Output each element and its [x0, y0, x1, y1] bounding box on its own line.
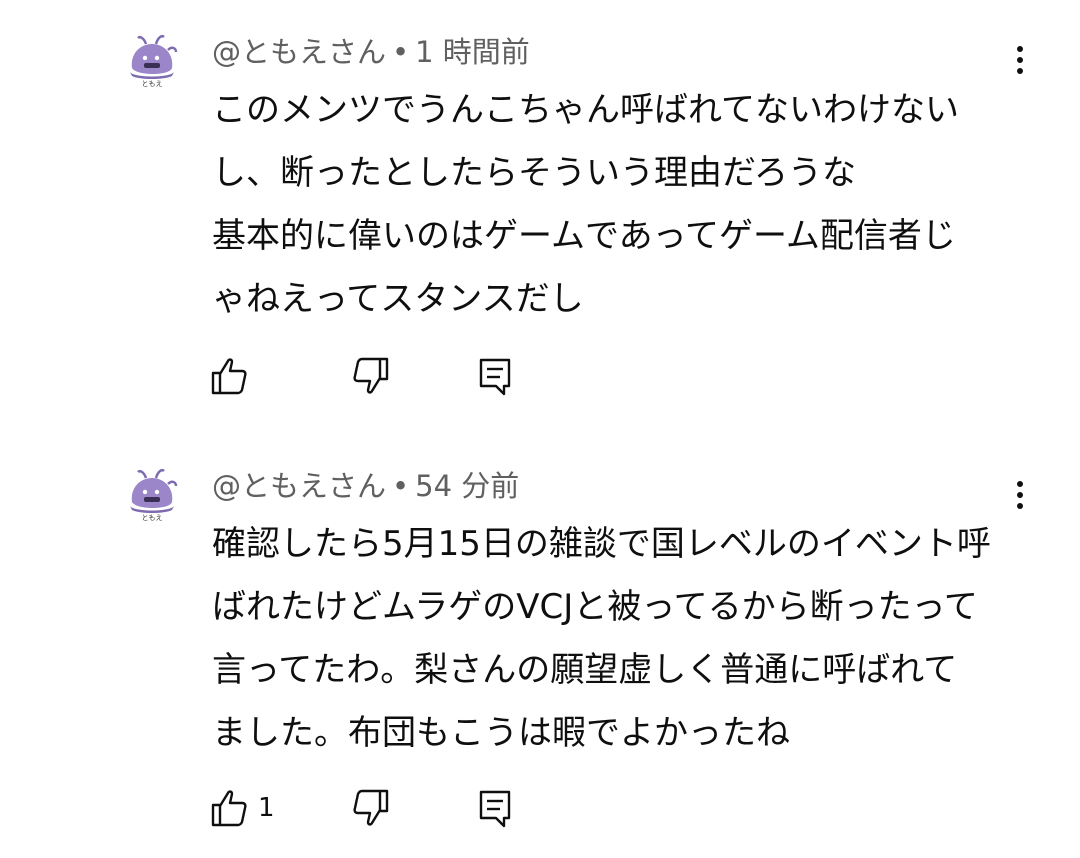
like-count: 1: [258, 793, 275, 823]
comment-time[interactable]: 54 分前: [415, 469, 519, 503]
comment-text: このメンツでうんこちゃん呼ばれてないわけない し、断ったとしたらそういう理由だろ…: [212, 79, 1012, 331]
thumb-down-icon: [353, 357, 389, 394]
like-button[interactable]: 1: [210, 786, 275, 830]
comment-text-line: このメンツでうんこちゃん呼ばれてないわけない: [212, 90, 959, 130]
comment-text-line: 基本的に偉いのはゲームであってゲーム配信者じ: [212, 216, 956, 256]
avatar-caption: ともえ: [142, 514, 163, 522]
thumb-up-icon: [211, 358, 247, 395]
author-name[interactable]: @ともえさん: [212, 35, 386, 69]
dislike-button[interactable]: [352, 786, 390, 830]
comment-meta: @ともえさん • 54 分前: [212, 466, 519, 506]
avatar[interactable]: ともえ: [124, 32, 180, 88]
comment-text-line: し、断ったとしたらそういう理由だろうな: [212, 153, 856, 193]
more-button[interactable]: [1004, 40, 1036, 80]
avatar-caption: ともえ: [142, 80, 163, 88]
author-name[interactable]: @ともえさん: [212, 469, 386, 503]
comment-thread-item: ともえ @ともえさん • 1 時間前 このメンツでうんこちゃん呼ばれてないわけない …: [0, 0, 1080, 430]
dislike-button[interactable]: [352, 354, 390, 398]
comment-thread-item: ともえ @ともえさん • 54 分前 確認したら5月15日の雑談で国レベルのイベント…: [0, 430, 1080, 858]
comment-actions: 1: [210, 786, 530, 830]
comment-meta: @ともえさん • 1 時間前: [212, 32, 530, 72]
comment-text-line: ばれたけどムラゲのVCJと被ってるから断ったって: [212, 587, 978, 627]
comment-text-line: 確認したら5月15日の雑談で国レベルのイベント呼: [212, 524, 991, 564]
comment-text-line: ました。布団もこうは暇でよかったね: [212, 713, 790, 753]
comment-time[interactable]: 1 時間前: [415, 35, 530, 69]
reply-icon: [479, 790, 511, 828]
reply-button[interactable]: [478, 786, 512, 830]
reply-button[interactable]: [478, 354, 512, 398]
more-button[interactable]: [1004, 475, 1036, 515]
like-button[interactable]: [210, 354, 258, 398]
comment-text: 確認したら5月15日の雑談で国レベルのイベント呼 ばれたけどムラゲのVCJと被っ…: [212, 513, 1012, 765]
meta-separator: •: [392, 35, 410, 69]
thumb-down-icon: [353, 789, 389, 826]
more-vert-icon: [1017, 481, 1023, 509]
thumb-up-icon: [211, 790, 247, 827]
reply-icon: [479, 358, 511, 396]
comment-text-line: ゃねえってスタンスだし: [212, 279, 584, 319]
comment-text-line: 言ってたわ。梨さんの願望虚しく普通に呼ばれて: [212, 650, 958, 690]
avatar[interactable]: ともえ: [124, 466, 180, 522]
meta-separator: •: [392, 469, 410, 503]
comment-actions: [210, 354, 530, 398]
more-vert-icon: [1017, 46, 1023, 74]
